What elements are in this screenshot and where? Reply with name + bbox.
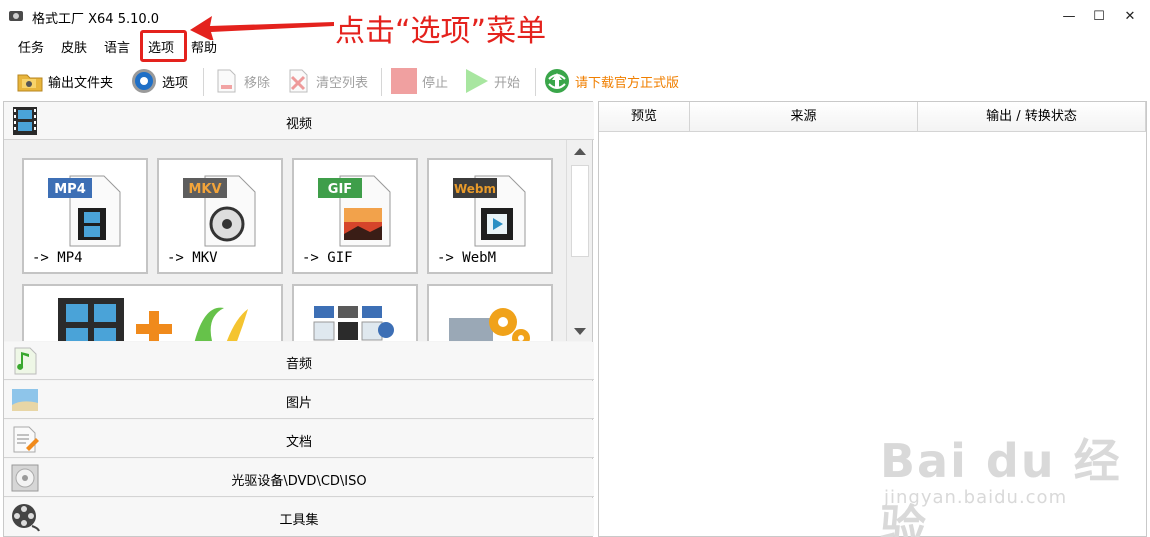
toolbar-separator xyxy=(535,68,536,96)
globe-download-icon xyxy=(545,69,569,93)
download-official-label: 请下载官方正式版 xyxy=(575,75,680,91)
gif-badge: GIF xyxy=(328,182,352,197)
webm-badge: Webm xyxy=(454,182,496,196)
stop-icon xyxy=(391,68,417,94)
menu-language[interactable]: 语言 xyxy=(104,37,130,56)
window-title: 格式工厂 X64 5.10.0 xyxy=(32,12,160,27)
mp4-badge: MP4 xyxy=(54,182,86,197)
category-toolbox[interactable]: 工具集 xyxy=(4,498,594,536)
gif-tile-label: -> GIF xyxy=(302,250,353,266)
watermark-logo-text: Bai du 经验 xyxy=(880,434,1122,537)
toolbar-separator xyxy=(203,68,204,96)
folder-icon xyxy=(17,74,43,92)
stop-label: 停止 xyxy=(422,75,449,91)
options-button[interactable]: 选项 xyxy=(130,66,188,96)
gif-file-icon: GIF xyxy=(318,175,391,247)
multi-format-tile[interactable] xyxy=(292,284,418,341)
clear-list-label: 清空列表 xyxy=(316,75,369,91)
close-button[interactable]: ✕ xyxy=(1115,6,1145,28)
baidu-watermark: Bai du 经验 jingyan.baidu.com xyxy=(880,425,1150,537)
scrollbar-thumb[interactable] xyxy=(571,165,589,257)
category-image[interactable]: 图片 xyxy=(4,381,594,419)
toolbar-separator xyxy=(381,68,382,96)
toolbar: 输出文件夹 选项 移除 清空列表 停止 开始 请下载官方正式版 xyxy=(0,62,1150,100)
convert-to-mkv-tile[interactable]: MKV -> MKV xyxy=(157,158,283,274)
options-label: 选项 xyxy=(162,75,189,91)
category-optical-drive-label: 光驱设备\DVD\CD\ISO xyxy=(231,474,367,489)
mkv-badge: MKV xyxy=(188,182,221,197)
category-video-label: 视频 xyxy=(285,117,312,132)
column-output-status[interactable]: 输出 / 转换状态 xyxy=(918,102,1146,132)
mp4-tile-label: -> MP4 xyxy=(32,250,83,266)
webm-file-icon: Webm xyxy=(453,175,526,247)
remove-button[interactable]: 移除 xyxy=(212,66,270,96)
clear-list-button[interactable]: 清空列表 xyxy=(284,66,368,96)
column-preview[interactable]: 预览 xyxy=(599,102,690,132)
category-video[interactable]: 视频 xyxy=(4,102,594,140)
convert-to-gif-tile[interactable]: GIF -> GIF xyxy=(292,158,418,274)
category-document-label: 文档 xyxy=(285,435,312,450)
convert-to-mp4-tile[interactable]: MP4 -> MP4 xyxy=(22,158,148,274)
menu-help[interactable]: 帮助 xyxy=(191,37,217,56)
menu-options-highlight xyxy=(140,30,187,62)
app-logo-icon xyxy=(9,11,23,21)
convert-to-webm-tile[interactable]: Webm -> WebM xyxy=(427,158,553,274)
minimize-button[interactable]: — xyxy=(1054,6,1084,28)
remove-document-icon xyxy=(217,69,236,93)
play-icon xyxy=(466,69,488,93)
remove-label: 移除 xyxy=(244,75,271,91)
stop-button[interactable]: 停止 xyxy=(390,66,448,96)
watermark-url: jingyan.baidu.com xyxy=(884,487,1068,508)
clear-list-icon xyxy=(289,69,308,93)
video-format-grid: MP4 -> MP4 MKV -> MKV GIF -> GIF Webm ->… xyxy=(4,140,566,341)
video-tools-tile[interactable] xyxy=(427,284,553,341)
title-bar: 格式工厂 X64 5.10.0 — ☐ ✕ xyxy=(0,0,1150,32)
multi-format-icon xyxy=(313,306,394,341)
gear-icon xyxy=(132,69,156,93)
output-folder-button[interactable]: 输出文件夹 xyxy=(16,66,113,96)
mkv-tile-label: -> MKV xyxy=(167,250,218,266)
column-source[interactable]: 来源 xyxy=(690,102,918,132)
video-joiner-tile[interactable] xyxy=(22,284,283,341)
output-folder-label: 输出文件夹 xyxy=(48,75,114,91)
start-label: 开始 xyxy=(494,75,521,91)
start-button[interactable]: 开始 xyxy=(462,66,520,96)
video-join-icon xyxy=(58,298,248,341)
category-audio[interactable]: 音频 xyxy=(4,342,594,380)
menu-skin[interactable]: 皮肤 xyxy=(61,37,87,56)
scroll-down-icon[interactable] xyxy=(574,328,586,335)
webm-tile-label: -> WebM xyxy=(437,250,497,266)
category-audio-label: 音频 xyxy=(285,357,312,372)
scroll-up-icon[interactable] xyxy=(574,148,586,155)
download-official-link[interactable]: 请下载官方正式版 xyxy=(543,66,679,96)
video-grid-scrollbar[interactable] xyxy=(566,140,592,341)
category-document[interactable]: 文档 xyxy=(4,420,594,458)
conversion-panel: 视频 MP4 -> MP4 MKV -> MKV GIF -> GIF Webm… xyxy=(3,101,594,537)
mp4-file-icon: MP4 xyxy=(48,175,121,247)
category-toolbox-label: 工具集 xyxy=(279,513,319,528)
menu-task[interactable]: 任务 xyxy=(18,37,44,56)
gears-icon xyxy=(449,308,530,341)
maximize-button[interactable]: ☐ xyxy=(1084,6,1114,28)
category-image-label: 图片 xyxy=(285,396,312,411)
mkv-file-icon: MKV xyxy=(183,175,256,247)
category-optical-drive[interactable]: 光驱设备\DVD\CD\ISO xyxy=(4,459,594,497)
